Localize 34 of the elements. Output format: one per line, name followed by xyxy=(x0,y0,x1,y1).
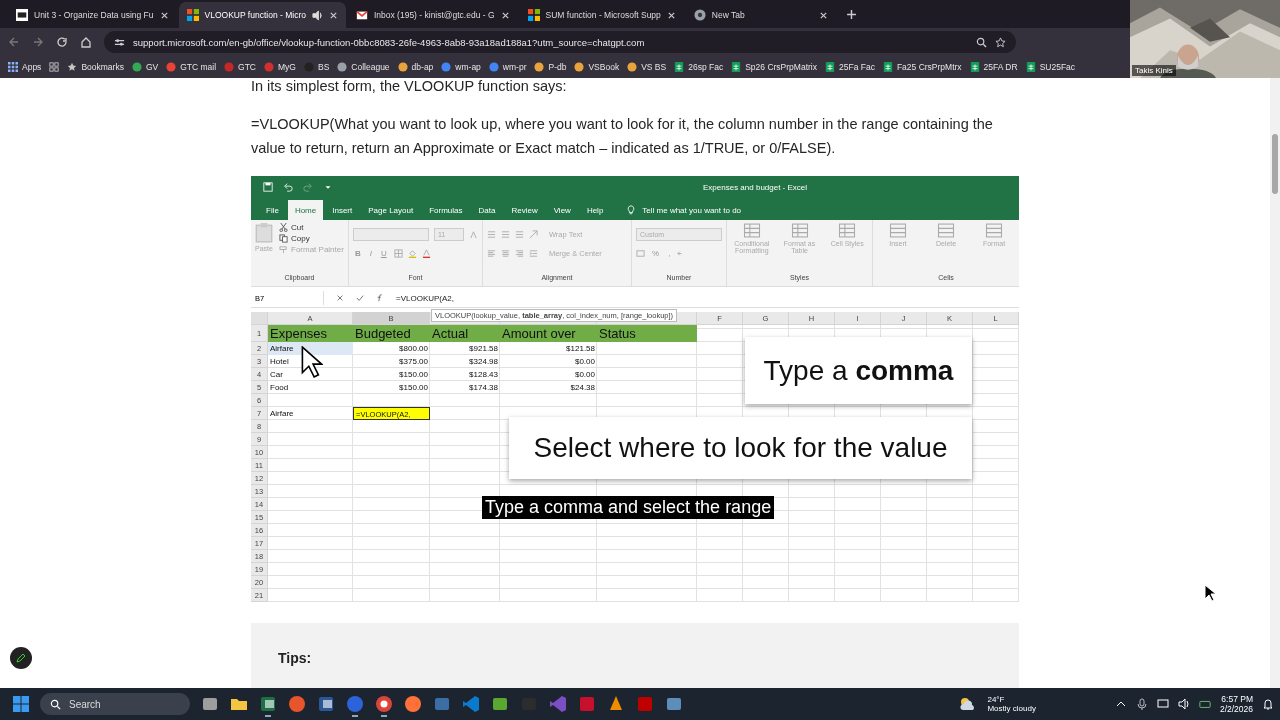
table-cell-text: $0.00 xyxy=(573,369,596,381)
table-cell-text: $128.43 xyxy=(468,369,499,381)
table-cell-text: Food xyxy=(269,382,290,394)
table-cell: Budgeted xyxy=(353,325,430,342)
table-cell: Airfare xyxy=(268,342,353,355)
syntax-paragraph: =VLOOKUP(What you want to look up, where you want to look for it, the column number in the range containing the value to return, return an Approximate or Exact match – indicated as 1/TRUE, or 0/FALSE). xyxy=(251,115,994,158)
participant-name: Takis Kinis xyxy=(1132,65,1176,76)
temperature: 24°F xyxy=(987,695,1006,704)
video-caption: Type a comma and select the range xyxy=(482,496,775,519)
table-cell-text: $800.00 xyxy=(398,343,429,355)
clock-date: 2/2/2026 xyxy=(1219,704,1253,714)
tips-heading: Tips: xyxy=(278,650,312,666)
table-cell-text: $150.00 xyxy=(398,382,429,394)
table-cell-text: $174.38 xyxy=(468,382,499,394)
table-cell-text: $375.00 xyxy=(398,356,429,368)
clock-time: 6:57 PM xyxy=(1221,694,1253,704)
table-cell-text: Hotel xyxy=(269,356,290,368)
table-cell-text: $150.00 xyxy=(398,369,429,381)
table-cell-text: $24.38 xyxy=(569,382,596,394)
table-cell: Expenses xyxy=(268,325,353,342)
table-cell-text: Car xyxy=(269,369,284,381)
table-cell-text: $0.00 xyxy=(573,356,596,368)
table-cell: Amount over xyxy=(500,325,597,342)
table-cell-text: Airfare xyxy=(269,408,295,420)
table-cell-text: $324.98 xyxy=(468,356,499,368)
table-cell-text: $121.58 xyxy=(565,343,596,355)
instruction-callout: Select where to look for the value xyxy=(509,417,972,479)
weather-text: Mostly cloudy xyxy=(987,704,1036,713)
workbook-title: Expenses and budget - Excel xyxy=(703,182,808,192)
table-cell: Status xyxy=(597,325,697,342)
table-cell-text: $921.58 xyxy=(468,343,499,355)
table-cell: Actual xyxy=(430,325,500,342)
instruction-callout: Type a comma xyxy=(745,337,972,404)
intro-text: In its simplest form, the VLOOKUP function says: xyxy=(251,78,568,94)
